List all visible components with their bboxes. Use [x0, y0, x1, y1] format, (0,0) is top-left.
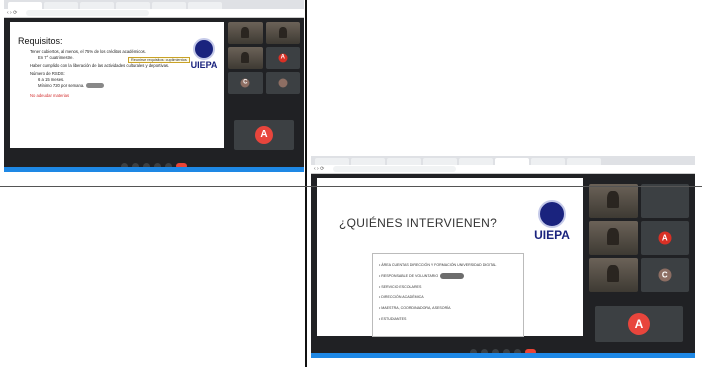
participant-tile[interactable]: A	[265, 47, 300, 69]
uiepa-seal-icon	[538, 200, 566, 228]
annotation-tooltip: Reunirse requisitos: cuplimientos	[128, 57, 190, 63]
participant-avatar: A	[278, 53, 288, 63]
participant-avatar: C	[658, 268, 672, 282]
back-forward-icon[interactable]: ‹ › ⟳	[314, 166, 324, 172]
url-field[interactable]	[26, 10, 149, 16]
browser-tab-bar	[4, 0, 304, 9]
self-avatar: A	[255, 126, 273, 144]
browser-tab[interactable]	[116, 2, 150, 9]
list-item: ÁREA CUENTAS DIRECCIÓN Y FORMACIÓN UNIVE…	[379, 260, 523, 271]
pointer-badge	[86, 83, 105, 89]
browser-tab[interactable]	[152, 2, 186, 9]
browser-tab[interactable]	[459, 158, 493, 165]
participant-tile[interactable]: C	[640, 258, 689, 292]
os-taskbar	[311, 353, 695, 358]
participant-video-tile[interactable]	[265, 22, 300, 44]
requirement-line: Haber cumplido con la liberación de las …	[30, 63, 170, 68]
list-item: MAESTRA, COORDINADORA, ASESORÍA	[379, 303, 523, 314]
self-view-tile[interactable]: A	[234, 120, 294, 150]
participant-tile[interactable]	[265, 72, 300, 94]
slide-title: Requisitos:	[18, 36, 63, 46]
participant-video-tile[interactable]	[228, 47, 263, 69]
page-divider-vertical	[305, 0, 307, 367]
red-note: No adeudar materias	[30, 93, 70, 98]
meet-screenshot-requisitos: ‹ › ⟳ Requisitos: Tener cubiertos, al me…	[4, 0, 304, 172]
list-item-with-pill: RESPONSABLE DE VOLUNTARIO	[379, 271, 523, 282]
scanned-page: ‹ › ⟳ Requisitos: Tener cubiertos, al me…	[0, 0, 702, 367]
back-forward-icon[interactable]: ‹ › ⟳	[7, 10, 17, 16]
browser-tab[interactable]	[8, 2, 42, 9]
self-view-tile[interactable]: A	[595, 306, 683, 342]
presentation-slide: ¿QUIÉNES INTERVIENEN? UIEPA ÁREA CUENTAS…	[317, 178, 583, 337]
url-field[interactable]	[333, 166, 456, 172]
os-taskbar	[4, 167, 304, 172]
browser-tab[interactable]	[44, 2, 78, 9]
participant-tile[interactable]	[640, 184, 689, 218]
list-item: SERVICIO ESCOLARES	[379, 282, 523, 293]
logo-text: UIEPA	[534, 228, 570, 242]
participant-tile[interactable]: A	[640, 221, 689, 255]
logo-text: UIEPA	[190, 60, 218, 70]
pointer-badge	[440, 272, 465, 279]
address-bar: ‹ › ⟳	[311, 165, 695, 174]
list-item: DIRECCIÓN ACADÉMICA	[379, 292, 523, 303]
presentation-slide: Requisitos: Tener cubiertos, al menos, e…	[10, 22, 224, 148]
requirement-subline: Mínimo 720 por semana.	[38, 83, 85, 88]
participant-video-tile[interactable]	[228, 22, 263, 44]
list-item: ESTUDIANTES	[379, 314, 523, 325]
browser-tab[interactable]	[188, 2, 222, 9]
browser-tab[interactable]	[351, 158, 385, 165]
participant-video-tile[interactable]	[589, 221, 638, 255]
browser-tab[interactable]	[531, 158, 565, 165]
browser-tab[interactable]	[567, 158, 601, 165]
participant-grid: A C	[589, 184, 689, 292]
uiepa-seal-icon	[193, 38, 215, 60]
slide-title: ¿QUIÉNES INTERVIENEN?	[339, 216, 498, 230]
uiepa-logo: UIEPA	[186, 38, 222, 70]
uiepa-logo: UIEPA	[529, 200, 575, 242]
stakeholders-list: ÁREA CUENTAS DIRECCIÓN Y FORMACIÓN UNIVE…	[373, 254, 523, 325]
browser-tab-bar	[311, 156, 695, 165]
participant-avatar	[278, 78, 288, 88]
participant-avatar: A	[658, 231, 672, 245]
participant-tile[interactable]: C	[228, 72, 263, 94]
browser-tab[interactable]	[423, 158, 457, 165]
participant-avatar: C	[240, 78, 250, 88]
browser-tab[interactable]	[80, 2, 114, 9]
list-item: RESPONSABLE DE VOLUNTARIO	[381, 273, 439, 278]
browser-tab[interactable]	[495, 158, 529, 165]
self-avatar: A	[628, 313, 650, 335]
browser-tab[interactable]	[387, 158, 421, 165]
page-divider-horizontal	[0, 186, 702, 187]
participant-grid: A C	[228, 22, 300, 94]
address-bar: ‹ › ⟳	[4, 9, 304, 18]
requirement-subline-with-pill: Mínimo 720 por semana.	[30, 83, 180, 89]
participant-video-tile[interactable]	[589, 258, 638, 292]
participant-video-tile[interactable]	[589, 184, 638, 218]
browser-tab[interactable]	[315, 158, 349, 165]
stakeholders-box: ÁREA CUENTAS DIRECCIÓN Y FORMACIÓN UNIVE…	[372, 253, 524, 337]
